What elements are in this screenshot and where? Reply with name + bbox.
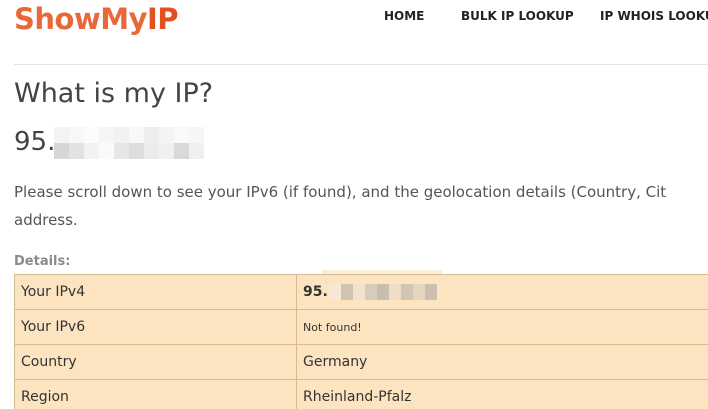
page-title: What is my IP? xyxy=(14,78,214,109)
nav-bulk-ip-lookup-link[interactable]: BULK IP LOOKUP xyxy=(461,9,574,23)
page: ShowMyIP HOME BULK IP LOOKUP IP WHOIS LO… xyxy=(0,0,708,409)
nav-home-link[interactable]: HOME xyxy=(384,9,424,23)
table-cell-key: Your IPv6 xyxy=(14,309,297,345)
table-cell-value: Not found! xyxy=(296,309,708,345)
redacted-ipv4-block xyxy=(328,284,449,300)
table-cell-key: Country xyxy=(14,344,297,380)
logo-text-accent: IP xyxy=(147,2,179,36)
table-row-ipv4: Your IPv4 95. xyxy=(14,274,708,310)
intro-text-line-2: address. xyxy=(14,211,78,229)
table-cell-value: Rheinland-Pfalz xyxy=(296,379,708,409)
logo-text-main: ShowMy xyxy=(14,2,148,36)
table-row-ipv6: Your IPv6 Not found! xyxy=(14,309,708,345)
intro-paragraph: Please scroll down to see your IPv6 (if … xyxy=(14,178,708,234)
table-cell-value: Germany xyxy=(296,344,708,380)
redacted-ip-block xyxy=(54,127,204,159)
site-logo[interactable]: ShowMyIP xyxy=(14,2,179,36)
ipv4-value: 95. xyxy=(303,284,328,300)
intro-text-line-1: Please scroll down to see your IPv6 (if … xyxy=(14,183,667,201)
table-cell-value: 95. xyxy=(296,274,708,310)
site-header: ShowMyIP HOME BULK IP LOOKUP IP WHOIS LO… xyxy=(0,0,708,44)
table-row-country: Country Germany xyxy=(14,344,708,380)
table-row-region: Region Rheinland-Pfalz xyxy=(14,379,708,409)
nav-ip-whois-lookup-link[interactable]: IP WHOIS LOOKUP xyxy=(600,9,708,23)
table-cell-key: Your IPv4 xyxy=(14,274,297,310)
ip-address-prefix: 95. xyxy=(14,127,56,157)
table-cell-key: Region xyxy=(14,379,297,409)
header-divider xyxy=(14,64,708,65)
details-table: Your IPv4 95. Your IPv6 Not found! Count… xyxy=(14,274,708,409)
details-heading: Details: xyxy=(14,254,71,269)
